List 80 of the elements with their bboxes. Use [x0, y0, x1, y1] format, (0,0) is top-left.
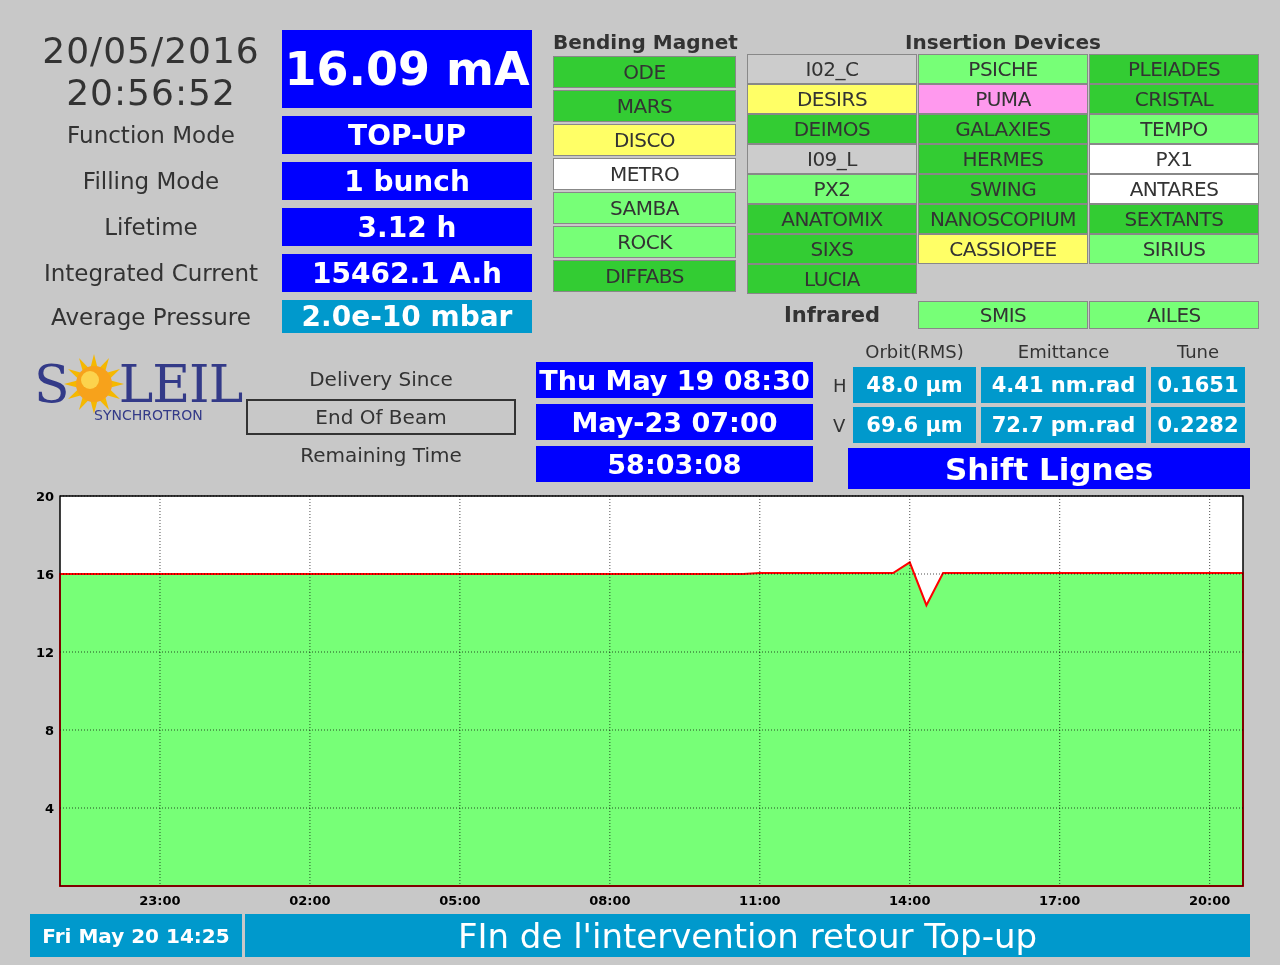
beamline-status: PLEIADES — [1089, 54, 1259, 84]
delivery-value: 58:03:08 — [536, 446, 813, 482]
column-header: Tune — [1175, 341, 1221, 363]
beamline-status: PSICHE — [918, 54, 1088, 84]
beamline-status: METRO — [553, 158, 736, 190]
beamline-status: TEMPO — [1089, 114, 1259, 144]
section-title: Insertion Devices — [904, 30, 1102, 54]
parameter-label: Filling Mode — [81, 167, 221, 196]
column-header: Emittance — [1016, 341, 1111, 363]
parameter-label: Function Mode — [66, 121, 236, 150]
beamline-status: PUMA — [918, 84, 1088, 114]
beamline-status: SIXS — [747, 234, 917, 264]
beamline-status: AILES — [1089, 301, 1259, 329]
parameter-label: Integrated Current — [42, 259, 260, 288]
y-tick-label: 12 — [35, 645, 54, 660]
y-tick-label: 4 — [44, 801, 54, 816]
beamline-status: DESIRS — [747, 84, 917, 114]
beamline-status: DISCO — [553, 124, 736, 156]
beamline-status: I02_C — [747, 54, 917, 84]
x-tick-label: 14:00 — [889, 893, 931, 908]
y-tick-label: 20 — [35, 489, 54, 504]
beam-parameter-value: 0.1651 — [1151, 367, 1245, 403]
logo-text: S — [34, 354, 69, 414]
x-tick-label: 08:00 — [589, 893, 631, 908]
parameter-label: Lifetime — [103, 213, 199, 242]
beamline-status: CRISTAL — [1089, 84, 1259, 114]
beamline-status: SIRIUS — [1089, 234, 1259, 264]
parameter-value: 2.0e-10 mbar — [282, 300, 532, 333]
parameter-value: 15462.1 A.h — [282, 254, 532, 292]
delivery-label: Delivery Since — [308, 366, 454, 393]
beamline-status: CASSIOPEE — [918, 234, 1088, 264]
beamline-status: MARS — [553, 90, 736, 122]
beamline-status: SMIS — [918, 301, 1088, 329]
parameter-value: TOP-UP — [282, 116, 532, 154]
beamline-status: SEXTANTS — [1089, 204, 1259, 234]
delivery-value: Thu May 19 08:30 — [536, 362, 813, 398]
plane-label: V — [833, 414, 847, 436]
parameter-value: 1 bunch — [282, 162, 532, 200]
clock: 20/05/2016 20:56:52 — [41, 30, 261, 108]
plane-label: H — [833, 374, 848, 396]
beamline-status: PX1 — [1089, 144, 1259, 174]
section-title: Bending Magnet — [553, 30, 736, 54]
beamline-status: NANOSCOPIUM — [918, 204, 1088, 234]
x-tick-label: 17:00 — [1039, 893, 1081, 908]
beamline-status: I09_L — [747, 144, 917, 174]
beamline-status: LUCIA — [747, 264, 917, 294]
delivery-label: End Of Beam — [246, 399, 516, 435]
y-tick-label: 16 — [35, 567, 54, 582]
beamline-status: HERMES — [918, 144, 1088, 174]
beam-parameter-value: 0.2282 — [1151, 407, 1245, 443]
beamline-status: ANTARES — [1089, 174, 1259, 204]
beamline-status: PX2 — [747, 174, 917, 204]
parameter-value: 3.12 h — [282, 208, 532, 246]
beamline-status: SAMBA — [553, 192, 736, 224]
delivery-label: Remaining Time — [299, 442, 463, 469]
section-title: Infrared — [782, 303, 882, 327]
x-tick-label: 20:00 — [1189, 893, 1231, 908]
beam-parameter-value: 72.7 pm.rad — [981, 407, 1146, 443]
beam-parameter-value: 69.6 µm — [853, 407, 976, 443]
beam-parameter-value: 4.41 nm.rad — [981, 367, 1146, 403]
beamline-status: GALAXIES — [918, 114, 1088, 144]
x-tick-label: 23:00 — [139, 893, 181, 908]
column-header: Orbit(RMS) — [864, 341, 965, 363]
delivery-value: May-23 07:00 — [536, 404, 813, 440]
parameter-label: Average Pressure — [50, 302, 252, 332]
beamline-status: SWING — [918, 174, 1088, 204]
footer-date: Fri May 20 14:25 — [30, 914, 242, 957]
beamline-status: ROCK — [553, 226, 736, 258]
x-tick-label: 11:00 — [739, 893, 781, 908]
beam-current: 16.09 mA — [282, 30, 532, 108]
x-tick-label: 05:00 — [439, 893, 481, 908]
beamline-status: DEIMOS — [747, 114, 917, 144]
footer-message: FIn de l'intervention retour Top-up — [245, 914, 1250, 957]
y-tick-label: 8 — [44, 723, 54, 738]
shift-banner: Shift Lignes — [848, 448, 1250, 489]
beam-parameter-value: 48.0 µm — [853, 367, 976, 403]
beamline-status: ODE — [553, 56, 736, 88]
beamline-status: ANATOMIX — [747, 204, 917, 234]
beamline-status: DIFFABS — [553, 260, 736, 292]
x-tick-label: 02:00 — [289, 893, 331, 908]
